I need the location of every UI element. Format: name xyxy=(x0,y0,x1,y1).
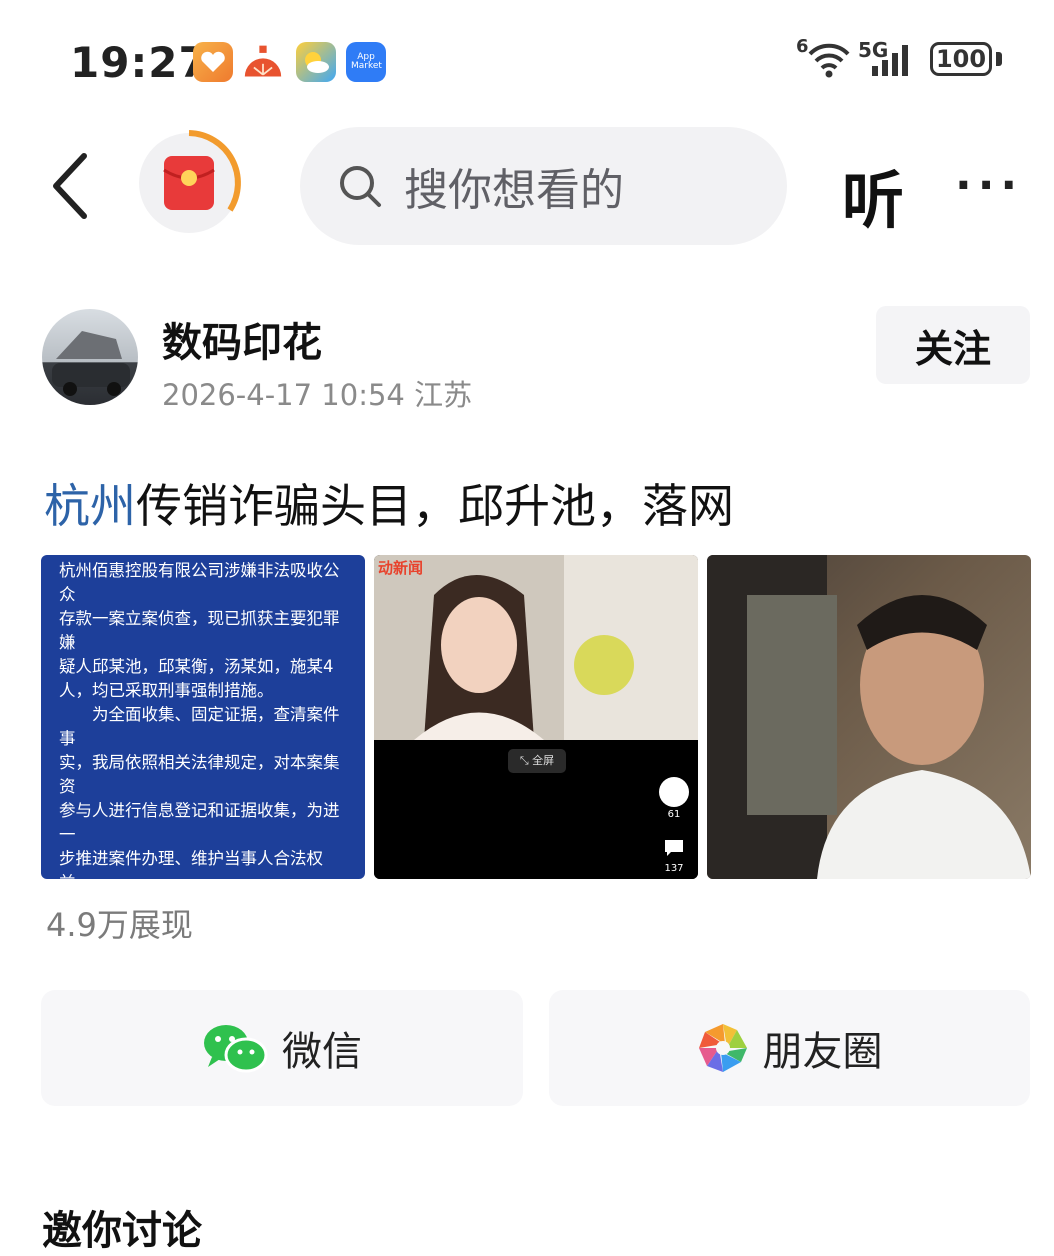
post-title: 杭州传销诈骗头目，邱升池，落网 xyxy=(44,470,734,536)
share-moments-button[interactable]: 朋友圈 xyxy=(549,990,1030,1106)
author-name[interactable]: 数码印花 xyxy=(162,310,322,368)
notice-line: 实，我局依照相关法律规定，对本案集资 xyxy=(59,753,340,796)
post-meta: 2026-4-17 10:54 江苏 xyxy=(162,372,472,414)
search-icon xyxy=(340,166,381,207)
share-wechat-label: 微信 xyxy=(282,1029,362,1075)
battery-indicator: 100 xyxy=(930,42,992,76)
notice-line: 人，均已采取刑事强制措施。 xyxy=(59,681,274,700)
app-market-icon: App Market xyxy=(346,42,386,82)
title-text: 传销诈骗头目，邱升池，落网 xyxy=(136,479,734,533)
notice-line: 为全面收集、固定证据，查清案件事 xyxy=(59,705,340,748)
weather-app-icon xyxy=(296,42,336,82)
notice-line: 存款一案立案侦查，现已抓获主要犯罪嫌 xyxy=(59,609,340,652)
sunrise-app-icon xyxy=(243,42,283,82)
like-count: 61 xyxy=(667,809,681,820)
notice-text: 杭州佰惠控股有限公司涉嫌非法吸收公众 存款一案立案侦查，现已抓获主要犯罪嫌疑人邱某… xyxy=(59,559,351,879)
search-bar[interactable]: 搜你想看的 xyxy=(300,127,787,245)
post-image-man[interactable] xyxy=(707,555,1031,879)
comment-icon xyxy=(665,840,683,856)
view-count: 4.9万展现 xyxy=(46,906,193,944)
listen-button[interactable]: 听 xyxy=(842,150,904,240)
battery-tip xyxy=(996,52,1002,66)
health-app-icon xyxy=(193,42,233,82)
follow-button[interactable]: 关注 xyxy=(876,306,1030,384)
post-image-notice[interactable]: 杭州佰惠控股有限公司涉嫌非法吸收公众 存款一案立案侦查，现已抓获主要犯罪嫌疑人邱某… xyxy=(41,555,365,879)
notice-line: 疑人邱某池，邱某衡，汤某如，施某4 xyxy=(59,657,334,676)
back-arrow-icon[interactable] xyxy=(48,150,92,222)
post-location: 江苏 xyxy=(414,378,473,412)
wechat-icon xyxy=(204,1025,268,1073)
comment-count: 137 xyxy=(664,863,684,874)
post-timestamp: 2026-4-17 10:54 xyxy=(162,378,405,412)
post-image-video[interactable]: 动新闻 ⤡ 全屏 61 137 xyxy=(374,555,698,879)
discuss-heading: 邀你讨论 xyxy=(42,1208,202,1254)
search-placeholder: 搜你想看的 xyxy=(404,165,624,216)
app-market-label: App Market xyxy=(351,52,382,71)
notice-line: 步推进案件办理、维护当事人合法权益， xyxy=(59,849,323,879)
share-wechat-button[interactable]: 微信 xyxy=(41,990,523,1106)
red-packet-icon[interactable] xyxy=(136,130,242,236)
heart-icon xyxy=(663,782,685,802)
fullscreen-icon: ⤡ xyxy=(519,754,529,767)
signal-icon xyxy=(872,45,908,76)
moments-icon xyxy=(698,1024,747,1072)
author-avatar[interactable] xyxy=(42,309,138,405)
status-time: 19:27 xyxy=(70,38,209,87)
video-logo: 动新闻 xyxy=(378,559,424,577)
more-options-button[interactable]: ··· xyxy=(955,160,1023,211)
notice-line: 参与人进行信息登记和证据收集，为进一 xyxy=(59,801,340,844)
share-moments-label: 朋友圈 xyxy=(762,1029,883,1075)
fullscreen-label: ⤡ 全屏 xyxy=(508,749,566,773)
notice-line: 杭州佰惠控股有限公司涉嫌非法吸收公众 xyxy=(59,561,340,604)
title-topic-link[interactable]: 杭州 xyxy=(44,479,136,533)
wifi-icon xyxy=(808,43,850,78)
